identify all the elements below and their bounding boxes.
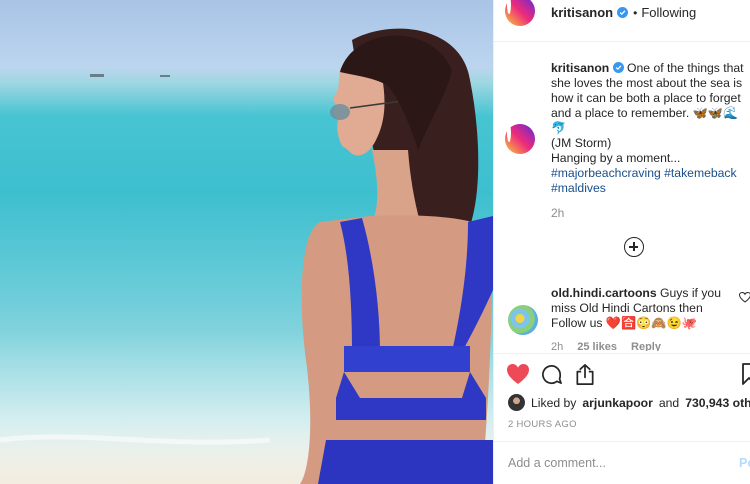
- reply-button[interactable]: Reply: [631, 341, 661, 351]
- comment-line: Follow us ❤️🈴😳🙈😉🐙: [551, 316, 697, 330]
- heart-icon[interactable]: [506, 363, 530, 385]
- post-details-panel: kritisanon • Following kritisanon One of…: [493, 0, 750, 484]
- photo-illustration: [0, 28, 493, 484]
- author-avatar-image: [507, 0, 511, 14]
- post-comment-button[interactable]: Po: [739, 456, 750, 470]
- bookmark-icon[interactable]: [742, 363, 750, 385]
- caption-line: how it can be both a place to forget: [551, 91, 741, 105]
- boat-shape: [90, 74, 104, 77]
- author-avatar[interactable]: [505, 0, 535, 26]
- caption-line: One of the things that: [627, 61, 744, 75]
- caption-line: she loves the most about the sea is: [551, 76, 743, 90]
- verified-icon: [612, 62, 624, 73]
- caption-hashtags[interactable]: #majorbeachcraving #takemeback: [551, 166, 747, 181]
- liker-avatar[interactable]: [508, 394, 525, 411]
- caption-time: 2h: [551, 206, 565, 220]
- liker-username[interactable]: arjunkapoor: [582, 396, 652, 410]
- header-divider: [494, 41, 750, 42]
- boat-shape: [160, 75, 170, 77]
- caption-username[interactable]: kritisanon: [551, 61, 609, 75]
- posted-time: 2 HOURS AGO: [508, 419, 577, 430]
- caption-author-avatar[interactable]: [505, 124, 535, 154]
- caption-line: Hanging by a moment...: [551, 151, 681, 165]
- add-comment-bar: Add a comment... Po: [494, 441, 750, 484]
- share-icon[interactable]: [574, 363, 596, 386]
- caption-text: kritisanon One of the things that she lo…: [551, 61, 747, 196]
- comment-likes[interactable]: 25 likes: [577, 341, 617, 351]
- verified-icon: [617, 7, 629, 18]
- following-button[interactable]: Following: [641, 5, 696, 20]
- post-photo[interactable]: [0, 0, 493, 484]
- caption-avatar-image: [507, 124, 511, 142]
- comment-line: miss Old Hindi Cartons then: [551, 301, 703, 315]
- load-more-comments-icon[interactable]: [624, 237, 644, 257]
- swimsuit-band: [336, 398, 486, 420]
- swimsuit-band: [344, 346, 470, 372]
- sunglasses-shape: [330, 104, 350, 120]
- likes-and: and: [658, 395, 680, 410]
- caption-hashtags[interactable]: #maldives: [551, 181, 747, 196]
- header-separator: •: [633, 5, 638, 20]
- commenter-avatar[interactable]: [508, 305, 538, 335]
- caption-first-line: kritisanon One of the things that: [551, 61, 747, 76]
- comment-time: 2h: [551, 341, 564, 351]
- caption-line: (JM Storm): [551, 136, 612, 150]
- likes-others[interactable]: 730,943 others: [685, 396, 750, 410]
- action-bar: [494, 361, 750, 391]
- header-user-row: kritisanon • Following: [551, 5, 696, 20]
- commenter-username[interactable]: old.hindi.cartoons: [551, 286, 657, 300]
- wave-foam: [0, 434, 271, 445]
- comment-text: old.hindi.cartoons Guys if you miss Old …: [551, 286, 734, 331]
- likes-summary: Liked by arjunkapoor and 730,943 others: [508, 394, 750, 411]
- comment-icon[interactable]: [540, 363, 563, 386]
- caption-line: 🐬: [551, 121, 567, 135]
- likes-prefix: Liked by: [531, 395, 577, 410]
- comment-item: old.hindi.cartoons Guys if you miss Old …: [494, 285, 750, 351]
- author-username[interactable]: kritisanon: [551, 5, 613, 20]
- comment-like-icon[interactable]: [739, 292, 750, 303]
- comment-line: Guys if you: [660, 286, 721, 300]
- swimsuit-band: [318, 440, 493, 484]
- comment-meta: 2h 25 likes Reply: [551, 341, 661, 351]
- caption-line: and a place to remember. 🦋🦋🌊: [551, 106, 739, 120]
- actions-divider: [494, 353, 750, 354]
- add-comment-input[interactable]: Add a comment...: [508, 456, 606, 470]
- post-header: kritisanon • Following: [494, 0, 750, 26]
